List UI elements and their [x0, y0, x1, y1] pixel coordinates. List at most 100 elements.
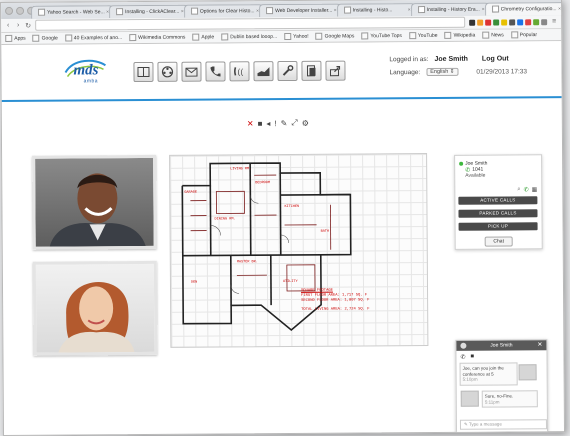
bookmark-item[interactable]: Apple — [192, 34, 214, 41]
language-label: Language: — [389, 69, 420, 76]
favicon-icon — [116, 8, 123, 15]
extension-icon[interactable] — [509, 19, 515, 25]
floorplan-shared-document[interactable]: LIVING RM. GARAGE BEDROOM KITCHEN DINING… — [169, 153, 428, 348]
square-footage-note: SQUARE FOOTAGE FIRST FLOOR AREA: 1,717 S… — [301, 288, 370, 312]
app-header: mds amba (( Logged in as: Joe Smith Log … — [1, 41, 561, 102]
edit-icon[interactable]: ✎ — [281, 118, 288, 127]
browser-window: Yahoo Search - Web Se...× Installing - C… — [0, 0, 565, 436]
extension-icon[interactable] — [501, 19, 507, 25]
main-toolbar: (( — [133, 61, 345, 82]
bookmark-item[interactable]: Popular — [511, 31, 537, 38]
room-label: UTILITY — [283, 280, 298, 284]
bookmark-item[interactable]: Wikimedia Commons — [129, 34, 185, 41]
camera-icon[interactable]: ■ — [258, 119, 263, 128]
browser-tab[interactable]: Yahoo Search - Web Se...× — [31, 5, 113, 19]
chat-message: Sure, no-Fine. 5:11pm — [482, 390, 538, 407]
expand-icon[interactable]: ⤢ — [291, 118, 297, 128]
bookmark-item[interactable]: Wikipedia — [445, 32, 476, 39]
wrench-icon[interactable] — [277, 61, 297, 81]
extension-icon[interactable] — [525, 19, 531, 25]
bookmark-item[interactable]: YouTube — [409, 32, 438, 39]
close-chat-icon[interactable]: ✕ — [537, 340, 542, 350]
menu-icon[interactable]: ≡ — [551, 18, 557, 25]
speaker-icon[interactable]: ◂ — [266, 119, 270, 128]
extension-icon[interactable] — [517, 19, 523, 25]
settings-icon[interactable]: ⚙ — [302, 118, 309, 127]
user-name: Joe Smith — [434, 56, 468, 63]
mds-logo: mds amba — [61, 56, 109, 86]
video-icon[interactable]: ■ — [470, 354, 474, 361]
search-icon[interactable]: ⌕ — [517, 186, 520, 193]
extension-icon[interactable] — [493, 19, 499, 25]
bookmark-item[interactable]: Google — [33, 35, 58, 42]
browser-tab[interactable]: Options for Clear Histo...× — [184, 4, 263, 18]
favicon-icon — [191, 8, 198, 15]
mute-video-icon[interactable]: ✕ — [247, 119, 254, 128]
document-icon[interactable] — [301, 61, 321, 81]
extensions-area — [469, 19, 547, 26]
chat-input[interactable]: ✎ Type a message — [460, 419, 547, 430]
layout-icon[interactable] — [133, 62, 153, 82]
avatar — [519, 364, 537, 380]
room-label: GARAGE — [184, 191, 197, 195]
back-icon[interactable]: ‹ — [5, 22, 11, 29]
favicon-icon — [344, 7, 351, 14]
bookmark-item[interactable]: Google Maps — [316, 33, 355, 40]
extension-icon[interactable] — [469, 19, 475, 25]
close-window-button[interactable] — [5, 7, 13, 15]
room-label: DEN — [191, 281, 197, 285]
browser-tab[interactable]: Installing - History Era...× — [411, 3, 489, 17]
extension-icon[interactable] — [485, 19, 491, 25]
datetime: 01/29/2013 17:33 — [476, 68, 527, 75]
call-icon[interactable]: ✆ — [524, 186, 529, 193]
chat-button[interactable]: Chat — [485, 236, 513, 246]
film-reel-icon[interactable] — [157, 62, 177, 82]
forward-icon[interactable]: › — [15, 22, 21, 29]
chart-icon[interactable] — [253, 61, 273, 81]
participant-video-female[interactable] — [33, 261, 158, 356]
room-label: MASTER BR. — [237, 260, 258, 264]
extension-icon[interactable] — [477, 19, 483, 25]
keypad-icon[interactable]: ▦ — [532, 186, 538, 193]
browser-tab[interactable]: Web Developer Installer...× — [259, 4, 341, 18]
chat-avatar-icon — [460, 343, 466, 349]
active-calls-button[interactable]: ACTIVE CALLS — [458, 196, 537, 205]
user-info: Logged in as: Joe Smith Log Out Language… — [389, 55, 527, 81]
bookmark-item[interactable]: Apps — [5, 35, 25, 42]
chat-message: Joe, can you join the conference at 5 5:… — [460, 362, 518, 385]
phone-handset-icon[interactable] — [205, 61, 225, 81]
presence-panel: Joe Smith ✆ 1041 Available ⌕ ✆ ▦ ACTIVE … — [454, 154, 543, 250]
close-tab-icon[interactable]: × — [558, 3, 561, 15]
bookmark-item[interactable]: 40 Examples of ano... — [65, 34, 122, 41]
video-controls: ✕ ■ ◂ ! ✎ ⤢ ⚙ — [247, 118, 309, 128]
extension-icon[interactable] — [533, 19, 539, 25]
parked-calls-button[interactable]: PARKED CALLS — [458, 209, 537, 218]
logout-link[interactable]: Log Out — [482, 55, 509, 62]
pick-up-button[interactable]: PICK UP — [459, 222, 538, 231]
presence-tools: ⌕ ✆ ▦ — [517, 186, 537, 193]
contact-status: Available — [465, 173, 485, 179]
browser-tab[interactable]: Installing - Histo...× — [337, 3, 415, 17]
address-bar[interactable] — [35, 17, 465, 31]
person-male-image — [35, 158, 154, 247]
call-icon[interactable]: ✆ — [460, 354, 465, 361]
minimize-window-button[interactable] — [16, 7, 24, 15]
reload-icon[interactable]: ↻ — [25, 21, 31, 29]
room-label: KITCHEN — [284, 205, 299, 209]
chat-window: Joe Smith ✕ ✆ ■ Joe, can you join the co… — [455, 339, 548, 434]
bookmark-item[interactable]: Yahoo! — [284, 33, 309, 40]
bookmark-item[interactable]: News — [482, 31, 504, 38]
bookmark-item[interactable]: YouTube Tops — [361, 32, 402, 39]
envelope-icon[interactable] — [181, 62, 201, 82]
language-select[interactable]: English ⇕ — [426, 68, 458, 76]
forward-call-icon[interactable]: (( — [229, 61, 249, 81]
extension-icon[interactable] — [541, 19, 547, 25]
browser-tab[interactable]: Installing - ClickAClear...× — [109, 5, 188, 19]
microphone-icon[interactable]: ! — [274, 119, 276, 128]
share-icon[interactable] — [325, 61, 345, 81]
browser-tab-active[interactable]: Chrometry Configuratio...× — [485, 2, 565, 16]
room-label: DINING RM. — [215, 217, 236, 221]
bookmark-item[interactable]: Dublin based looop... — [221, 33, 277, 40]
participant-video-male[interactable] — [32, 155, 157, 250]
pencil-icon: ✎ — [464, 422, 468, 427]
